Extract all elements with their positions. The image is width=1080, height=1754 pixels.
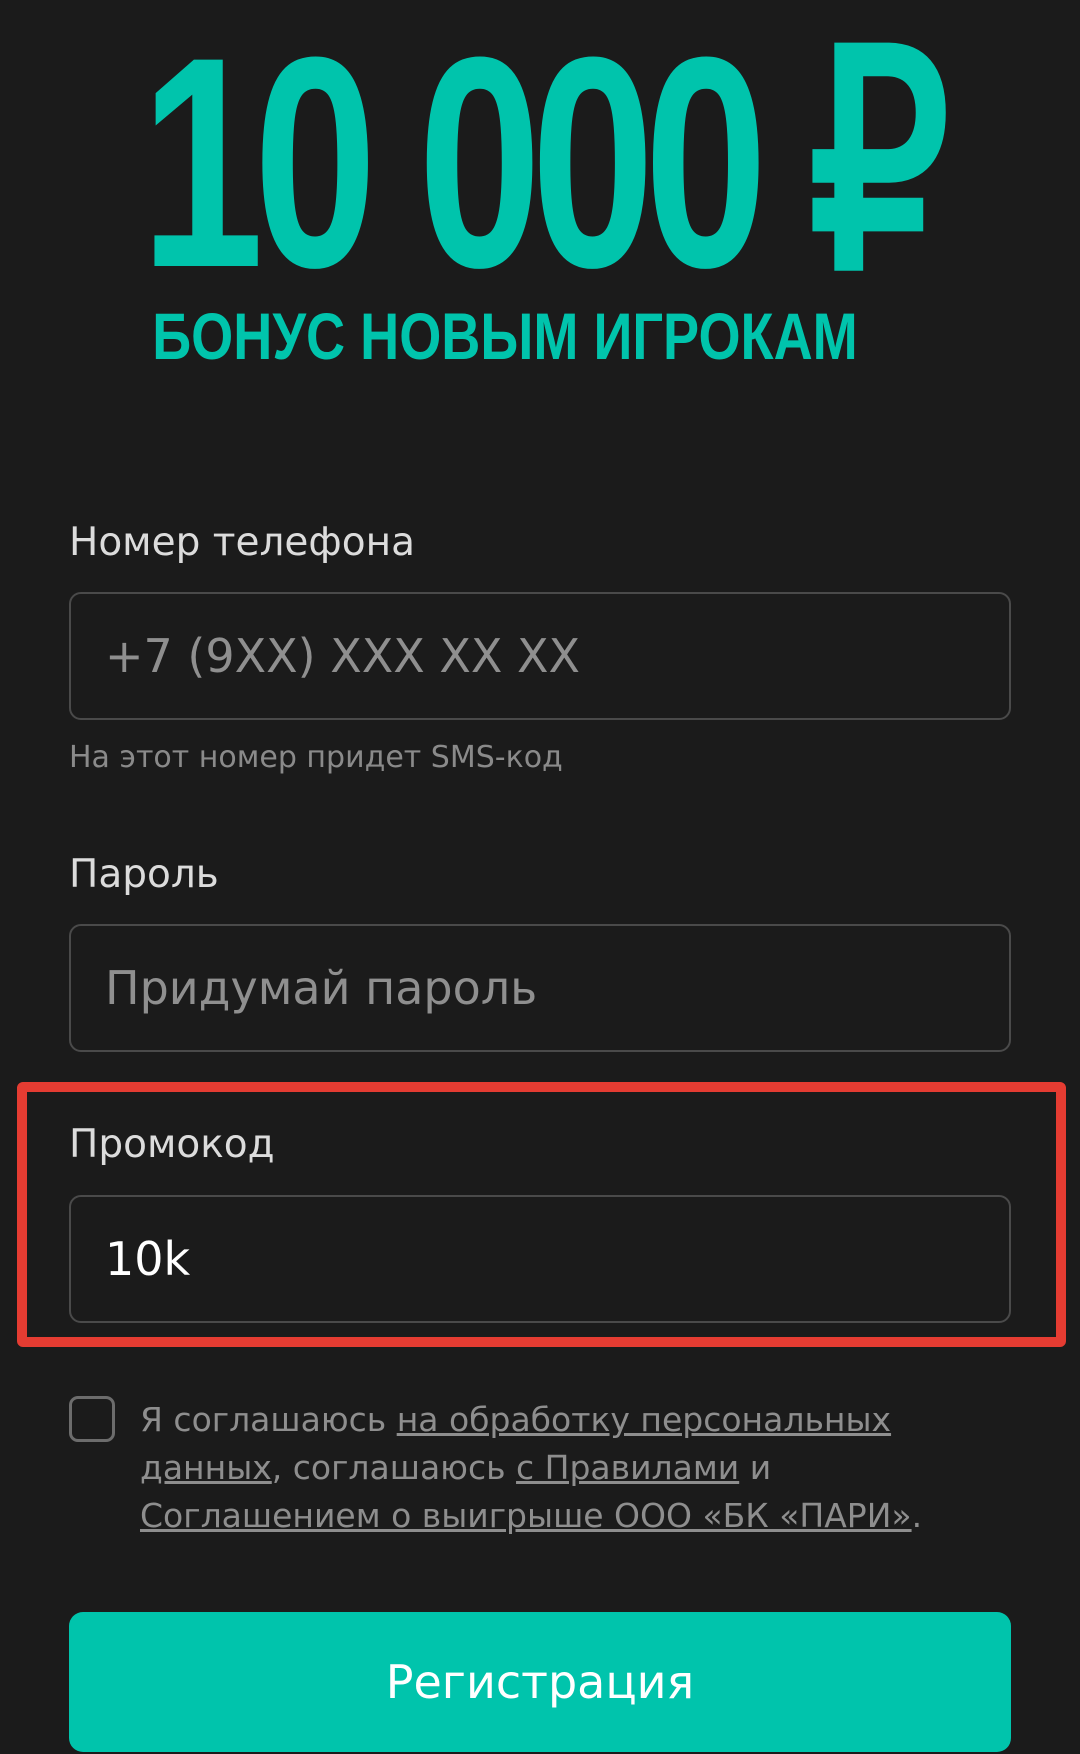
bonus-hero: 10 000 ₽ БОНУС НОВЫМ ИГРОКАМ bbox=[0, 0, 1080, 380]
password-label: Пароль bbox=[69, 852, 219, 897]
phone-label: Номер телефона bbox=[69, 520, 415, 565]
phone-field-box[interactable] bbox=[69, 592, 1011, 720]
promo-field-box[interactable] bbox=[69, 1195, 1011, 1323]
rules-link[interactable]: с Правилами bbox=[516, 1448, 739, 1487]
agreement-link[interactable]: Соглашением о выигрыше ООО «БК «ПАРИ» bbox=[140, 1496, 912, 1535]
consent-and: и bbox=[739, 1448, 772, 1487]
promo-input[interactable] bbox=[105, 1197, 975, 1321]
consent-middle: , соглашаюсь bbox=[271, 1448, 517, 1487]
password-input[interactable] bbox=[105, 926, 975, 1050]
password-field-box[interactable] bbox=[69, 924, 1011, 1052]
consent-prefix: Я соглашаюсь bbox=[140, 1400, 397, 1439]
promo-label: Промокод bbox=[69, 1122, 275, 1167]
register-button[interactable]: Регистрация bbox=[69, 1612, 1011, 1752]
consent-text: Я соглашаюсь на обработку персональных д… bbox=[140, 1396, 1020, 1540]
phone-hint: На этот номер придет SMS-код bbox=[69, 740, 563, 775]
phone-input[interactable] bbox=[105, 594, 975, 718]
bonus-amount: 10 000 ₽ bbox=[140, 0, 949, 330]
consent-suffix: . bbox=[911, 1496, 923, 1535]
consent-checkbox[interactable] bbox=[69, 1396, 115, 1442]
bonus-subtitle: БОНУС НОВЫМ ИГРОКАМ bbox=[152, 299, 858, 373]
